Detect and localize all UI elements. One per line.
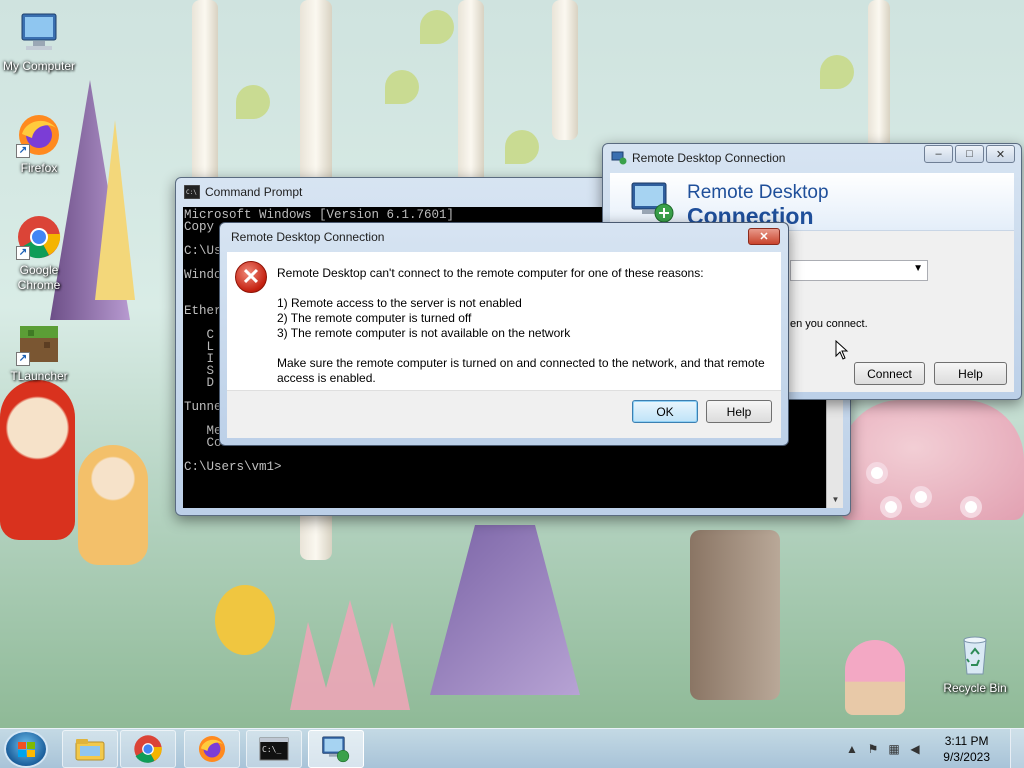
scroll-down-arrow-icon[interactable]: ▼ — [827, 491, 844, 508]
window-title: Remote Desktop Connection — [231, 230, 385, 244]
chrome-icon — [134, 735, 162, 763]
action-center-flag-icon[interactable]: ⚑ — [865, 742, 881, 758]
desktop-icon-my-computer[interactable]: My Computer — [0, 10, 78, 74]
close-button[interactable]: ✕ — [748, 228, 780, 245]
wallpaper-character-coat — [690, 530, 780, 700]
connect-button[interactable]: Connect — [854, 362, 925, 385]
clock-time: 3:11 PM — [944, 734, 989, 748]
desktop-icon-label: Google Chrome — [17, 263, 61, 292]
help-button[interactable]: Help — [934, 362, 1007, 385]
desktop-icon-label: Firefox — [20, 161, 58, 175]
show-hidden-icons-chevron-icon[interactable]: ▲ — [844, 742, 860, 758]
chrome-icon: ↗ — [16, 214, 62, 260]
console-line: C:\Users\vm1> — [184, 460, 282, 474]
wallpaper-leaf — [820, 55, 854, 89]
error-advice: Make sure the remote computer is turned … — [277, 356, 765, 385]
remote-desktop-icon — [611, 151, 627, 165]
error-dialog-footer: OK Help — [227, 390, 781, 438]
desktop-icon-label: Recycle Bin — [943, 681, 1007, 695]
taskbar-windows-explorer[interactable] — [62, 730, 118, 768]
ok-button[interactable]: OK — [632, 400, 698, 423]
wallpaper-leaf — [236, 85, 270, 119]
taskbar-firefox[interactable] — [184, 730, 240, 768]
wallpaper-flower — [866, 462, 888, 484]
taskbar: C:\_ ▲ ⚑ ▦ ◀ 3:11 PM 9/3/2023 — [0, 728, 1024, 768]
wallpaper-flower — [910, 486, 932, 508]
wallpaper-leaf — [385, 70, 419, 104]
wallpaper-bird — [215, 585, 275, 655]
windows-logo-icon — [18, 742, 36, 758]
start-button[interactable] — [4, 730, 48, 768]
error-dialog-content: ✕ Remote Desktop can't connect to the re… — [227, 252, 781, 438]
minecraft-icon: ↗ — [16, 320, 62, 366]
wallpaper-character-dress — [430, 525, 580, 695]
wallpaper-leaf — [505, 130, 539, 164]
error-icon: ✕ — [235, 261, 267, 293]
wallpaper-doll — [0, 380, 75, 540]
wallpaper-tree-trunk — [192, 0, 218, 190]
command-prompt-icon: C:\_ — [259, 737, 289, 761]
maximize-button[interactable]: □ — [955, 145, 984, 163]
close-button[interactable]: ✕ — [986, 145, 1015, 163]
desktop-icon-label: My Computer — [2, 59, 76, 73]
banner-title-line1: Remote Desktop — [687, 182, 829, 203]
wallpaper-doll — [78, 445, 148, 565]
svg-text:C:\: C:\ — [186, 189, 197, 196]
desktop-icon-tlauncher[interactable]: ↗ TLauncher — [0, 320, 78, 384]
clock[interactable]: 3:11 PM 9/3/2023 — [943, 733, 990, 765]
desktop-icon-label: TLauncher — [10, 369, 68, 383]
error-intro: Remote Desktop can't connect to the remo… — [277, 266, 704, 280]
wallpaper-leaf — [420, 10, 454, 44]
window-title: Command Prompt — [205, 185, 303, 199]
network-icon[interactable]: ▦ — [886, 742, 902, 758]
minimize-button[interactable]: ‒ — [924, 145, 953, 163]
wallpaper-flower — [960, 496, 982, 518]
wallpaper-tree-trunk — [458, 0, 484, 200]
error-reason: 2) The remote computer is turned off — [277, 311, 472, 325]
svg-text:C:\_: C:\_ — [262, 745, 281, 754]
desktop-icon-recycle-bin[interactable]: Recycle Bin — [936, 632, 1014, 696]
firefox-icon: ↗ — [16, 112, 62, 158]
taskbar-command-prompt[interactable]: C:\_ — [246, 730, 302, 768]
system-tray: ▲ ⚑ ▦ ◀ 3:11 PM 9/3/2023 — [839, 729, 1024, 768]
wallpaper-flower — [880, 496, 902, 518]
wallpaper-pink-flower — [290, 600, 410, 710]
computer-combobox[interactable]: ▼ — [790, 260, 928, 281]
window-caption-buttons: ‒ □ ✕ — [922, 145, 1015, 163]
error-reason: 1) Remote access to the server is not en… — [277, 296, 522, 310]
credentials-hint-text: en you connect. — [790, 318, 868, 330]
error-message: Remote Desktop can't connect to the remo… — [277, 266, 771, 386]
desktop-icon-firefox[interactable]: ↗ Firefox — [0, 112, 78, 176]
recycle-bin-icon — [952, 632, 998, 678]
firefox-icon — [198, 735, 226, 763]
chevron-down-icon: ▼ — [913, 263, 923, 274]
help-button[interactable]: Help — [706, 400, 772, 423]
wallpaper-tree-trunk — [868, 0, 890, 150]
wallpaper-pink-leaves — [840, 400, 1024, 520]
remote-desktop-icon — [322, 736, 350, 763]
wallpaper-tree-trunk — [552, 0, 578, 140]
error-dialog-titlebar[interactable]: Remote Desktop Connection — [220, 223, 788, 251]
computer-icon — [16, 10, 62, 56]
taskbar-remote-desktop[interactable] — [308, 730, 364, 768]
mouse-cursor-icon — [835, 340, 849, 360]
wallpaper-cupcake — [845, 640, 905, 715]
window-caption-buttons: ✕ — [746, 228, 780, 245]
error-reason: 3) The remote computer is not available … — [277, 326, 571, 340]
windows-explorer-icon — [75, 739, 105, 761]
volume-icon[interactable]: ◀ — [907, 742, 923, 758]
error-dialog[interactable]: Remote Desktop Connection ✕ ✕ Remote Des… — [219, 222, 789, 446]
taskbar-chrome[interactable] — [120, 730, 176, 768]
show-desktop-button[interactable] — [1010, 729, 1024, 768]
desktop-icon-google-chrome[interactable]: ↗ Google Chrome — [0, 214, 78, 293]
window-title: Remote Desktop Connection — [632, 151, 786, 165]
command-prompt-icon: C:\ — [184, 185, 200, 199]
remote-desktop-logo-icon — [631, 182, 674, 223]
clock-date: 9/3/2023 — [943, 750, 990, 764]
